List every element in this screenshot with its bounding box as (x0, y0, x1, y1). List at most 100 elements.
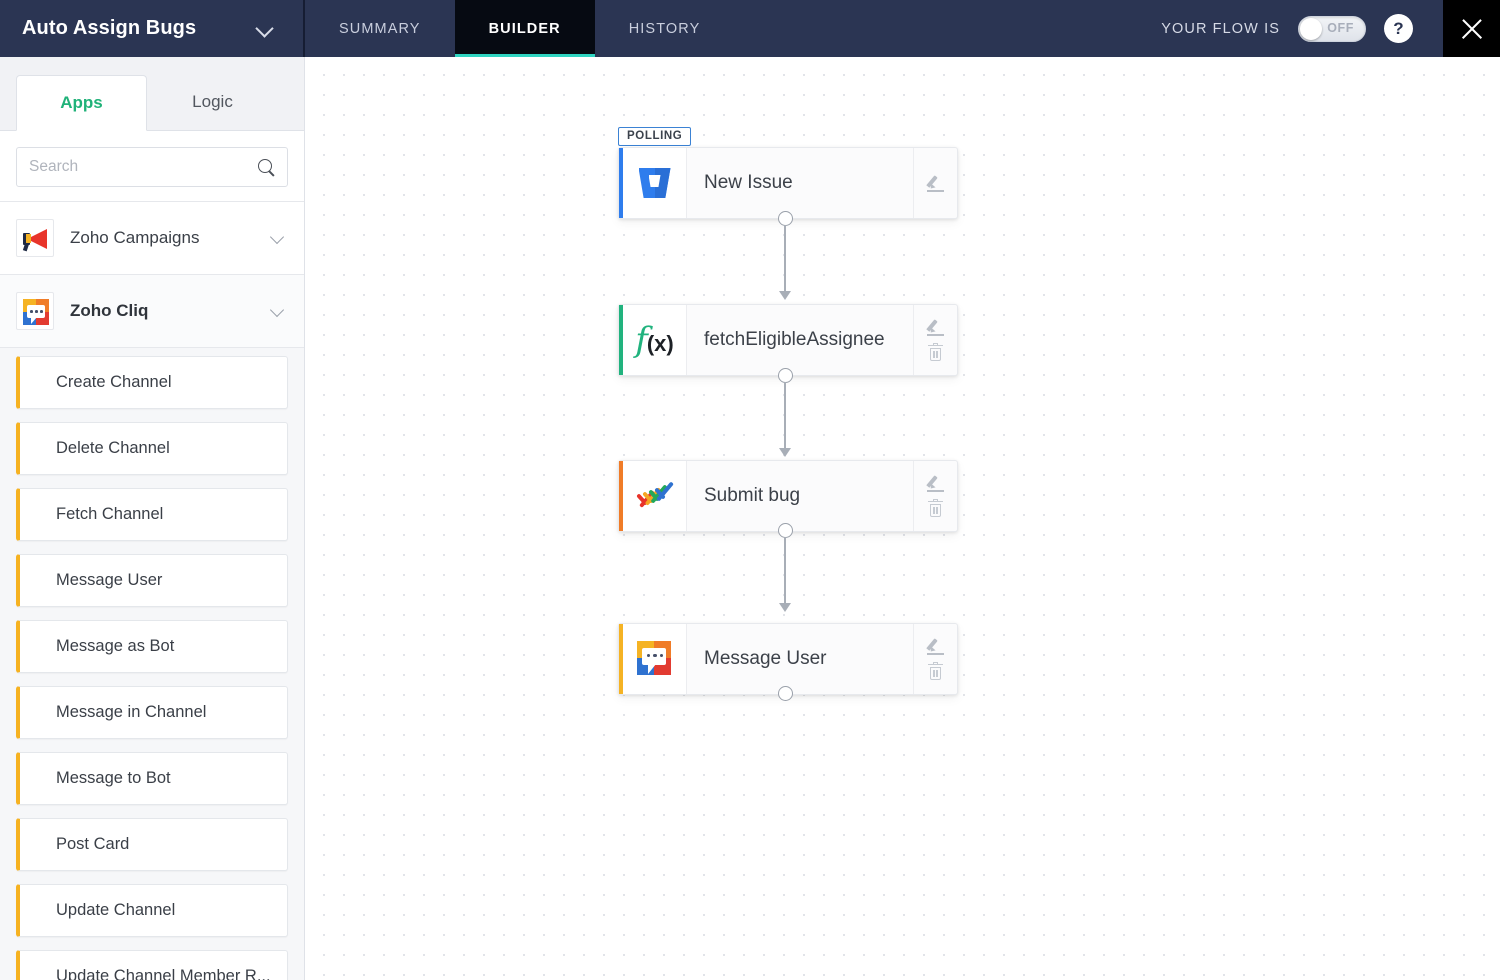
pencil-icon[interactable] (926, 474, 945, 493)
tab-summary-label: SUMMARY (339, 20, 421, 37)
bitbucket-icon (623, 148, 687, 218)
flow-canvas[interactable]: POLLING New Issue f (x) fetchEligibleAss… (306, 57, 1500, 980)
zoho-campaigns-icon (16, 219, 54, 257)
left-sidebar: Apps Logic Search Zoho Campaigns Zoho Cl… (0, 57, 305, 980)
tab-summary[interactable]: SUMMARY (305, 0, 455, 57)
list-item[interactable]: Post Card (16, 818, 288, 871)
trash-icon[interactable] (927, 661, 944, 682)
app-header-zoho-campaigns[interactable]: Zoho Campaigns (0, 202, 304, 274)
drag-handle-icon[interactable] (34, 970, 43, 980)
connector-circle[interactable] (777, 210, 793, 226)
header-tabs: SUMMARY BUILDER HISTORY (305, 0, 734, 57)
drag-handle-icon[interactable] (34, 574, 43, 588)
sidebar-tab-apps[interactable]: Apps (16, 75, 147, 131)
chevron-down-icon[interactable] (255, 19, 275, 39)
app-header: Auto Assign Bugs SUMMARY BUILDER HISTORY… (0, 0, 1500, 57)
drag-handle-icon[interactable] (34, 640, 43, 654)
apps-scroll-area[interactable]: Zoho Campaigns Zoho Cliq Create Channel … (0, 201, 304, 980)
flow-node-fetch-eligible-assignee[interactable]: f (x) fetchEligibleAssignee (618, 304, 958, 376)
trash-icon[interactable] (927, 342, 944, 363)
list-item[interactable]: Delete Channel (16, 422, 288, 475)
connector-arrow-icon (778, 603, 791, 612)
connector-endpoint[interactable] (777, 686, 793, 701)
search-box[interactable] (16, 147, 288, 187)
sidebar-tabs: Apps Logic (0, 57, 304, 131)
node-title: fetchEligibleAssignee (704, 329, 885, 350)
tab-builder[interactable]: BUILDER (454, 0, 595, 57)
list-item[interactable]: Update Channel (16, 884, 288, 937)
zoho-bugtracker-icon (623, 461, 687, 531)
action-label: Delete Channel (56, 439, 170, 457)
list-item[interactable]: Message to Bot (16, 752, 288, 805)
connector-circle[interactable] (777, 367, 793, 383)
node-title: New Issue (704, 172, 793, 193)
drag-handle-icon[interactable] (34, 376, 43, 390)
tab-builder-label: BUILDER (488, 20, 561, 37)
sidebar-tab-apps-label: Apps (60, 93, 103, 112)
function-fx-icon: f (x) (623, 305, 687, 375)
search-icon[interactable] (258, 158, 275, 176)
list-item[interactable]: Message as Bot (16, 620, 288, 673)
connector-line (784, 537, 786, 605)
list-item[interactable]: Update Channel Member R... (16, 950, 288, 980)
action-label: Fetch Channel (56, 505, 164, 523)
app-name-zoho-cliq: Zoho Cliq (70, 301, 149, 320)
connector-line (784, 382, 786, 450)
sidebar-tab-logic-label: Logic (192, 92, 233, 111)
app-group-zoho-campaigns: Zoho Campaigns (0, 201, 304, 275)
tab-history[interactable]: HISTORY (595, 0, 735, 57)
flow-node-message-user[interactable]: Message User (618, 623, 958, 695)
flow-title-dropdown[interactable]: Auto Assign Bugs (0, 0, 305, 57)
tab-history-label: HISTORY (628, 20, 701, 37)
search-input[interactable] (29, 158, 258, 176)
app-name-zoho-campaigns: Zoho Campaigns (70, 228, 200, 247)
trash-icon[interactable] (927, 498, 944, 519)
drag-handle-icon[interactable] (34, 706, 43, 720)
pencil-icon[interactable] (926, 318, 945, 337)
sidebar-tab-logic[interactable]: Logic (147, 74, 278, 130)
list-item[interactable]: Fetch Channel (16, 488, 288, 541)
help-button[interactable]: ? (1384, 14, 1413, 43)
action-label: Post Card (56, 835, 130, 853)
connector-circle[interactable] (777, 522, 793, 538)
drag-handle-icon[interactable] (34, 772, 43, 786)
action-list-zoho-cliq: Create Channel Delete Channel Fetch Chan… (0, 348, 304, 980)
toggle-knob (1300, 17, 1322, 40)
drag-handle-icon[interactable] (34, 838, 43, 852)
drag-handle-icon[interactable] (34, 904, 43, 918)
flow-node-submit-bug[interactable]: Submit bug (618, 460, 958, 532)
flow-enable-toggle[interactable]: OFF (1298, 15, 1366, 42)
list-item[interactable]: Message User (16, 554, 288, 607)
drag-handle-icon[interactable] (34, 508, 43, 522)
connector-arrow-icon (778, 448, 791, 457)
app-group-zoho-cliq: Zoho Cliq (0, 275, 304, 348)
zoho-cliq-icon (623, 624, 687, 694)
node-title: Message User (704, 648, 827, 669)
action-label: Create Channel (56, 373, 172, 391)
connector-arrow-icon (778, 291, 791, 300)
action-label: Message to Bot (56, 769, 171, 787)
action-label: Message as Bot (56, 637, 175, 655)
flow-node-new-issue[interactable]: New Issue (618, 147, 958, 219)
flow-title: Auto Assign Bugs (22, 17, 197, 39)
connector-line (784, 225, 786, 293)
toggle-state-label: OFF (1327, 20, 1354, 35)
list-item[interactable]: Message in Channel (16, 686, 288, 739)
close-button[interactable] (1443, 0, 1500, 57)
pencil-icon[interactable] (926, 637, 945, 656)
action-label: Update Channel Member R... (56, 967, 271, 980)
close-icon (1459, 16, 1485, 42)
action-label: Message in Channel (56, 703, 207, 721)
header-right-controls: YOUR FLOW IS OFF ? (1161, 0, 1500, 57)
chevron-down-icon[interactable] (270, 303, 286, 319)
list-item[interactable]: Create Channel (16, 356, 288, 409)
app-header-zoho-cliq[interactable]: Zoho Cliq (0, 275, 304, 347)
polling-badge: POLLING (618, 127, 692, 146)
node-actions (913, 624, 957, 694)
drag-handle-icon[interactable] (34, 442, 43, 456)
chevron-down-icon[interactable] (270, 230, 286, 246)
flow-state-label: YOUR FLOW IS (1161, 20, 1280, 37)
node-actions (913, 305, 957, 375)
action-label: Update Channel (56, 901, 176, 919)
pencil-icon[interactable] (926, 174, 945, 193)
